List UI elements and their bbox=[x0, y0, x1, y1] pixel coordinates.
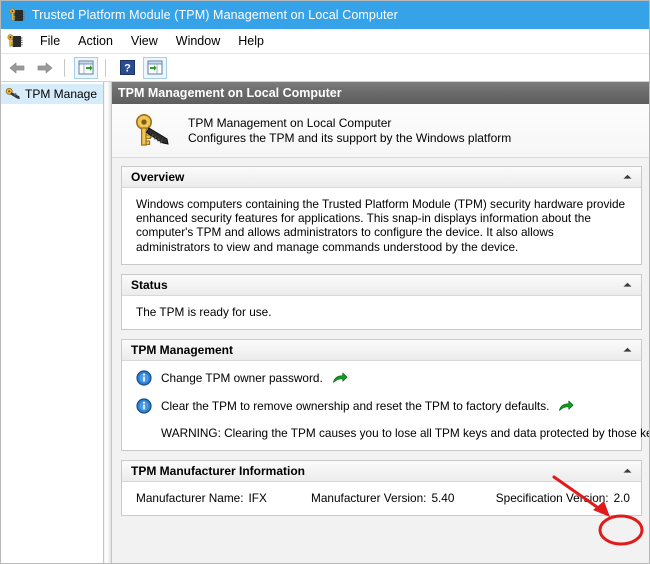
section-tpm-management-header[interactable]: TPM Management bbox=[122, 340, 641, 362]
tpm-key-icon bbox=[5, 86, 21, 102]
sidebar-item-tpm-management[interactable]: TPM Manage bbox=[1, 84, 103, 104]
specification-version-value: 2.0 bbox=[613, 491, 630, 506]
section-tpm-management: TPM Management Change TPM owner password… bbox=[121, 339, 650, 452]
section-tpm-management-body: Change TPM owner password. Clear the TPM… bbox=[122, 361, 650, 450]
manufacturer-version-label: Manufacturer Version: bbox=[311, 491, 427, 506]
action-clear-tpm[interactable]: Clear the TPM to remove ownership and re… bbox=[136, 398, 630, 414]
pane-header-title: TPM Management on Local Computer bbox=[118, 86, 342, 100]
result-pane: TPM Management on Local Computer TPM Man… bbox=[112, 82, 650, 563]
action-change-owner-password[interactable]: Change TPM owner password. bbox=[136, 370, 630, 386]
section-manufacturer-header[interactable]: TPM Manufacturer Information bbox=[122, 461, 641, 483]
section-overview: Overview Windows computers containing th… bbox=[121, 166, 642, 265]
section-overview-body: Windows computers containing the Trusted… bbox=[122, 188, 641, 264]
banner-title: TPM Management on Local Computer bbox=[188, 115, 392, 130]
svg-text:?: ? bbox=[124, 63, 131, 75]
section-manufacturer-title: TPM Manufacturer Information bbox=[131, 464, 306, 479]
menu-window[interactable]: Window bbox=[167, 31, 229, 51]
tpm-management-window: Trusted Platform Module (TPM) Management… bbox=[0, 0, 650, 564]
toolbar-separator-2 bbox=[105, 58, 106, 77]
clear-tpm-warning: WARNING: Clearing the TPM causes you to … bbox=[161, 426, 650, 441]
forward-button[interactable] bbox=[33, 57, 57, 79]
content-area: TPM Manage TPM Management on Local Compu… bbox=[1, 82, 650, 563]
green-shortcut-arrow-icon[interactable] bbox=[558, 399, 574, 413]
toolbar: ? bbox=[1, 54, 649, 82]
chevron-up-icon[interactable] bbox=[621, 171, 634, 184]
sidebar-item-label: TPM Manage bbox=[25, 87, 98, 101]
sections-container: Overview Windows computers containing th… bbox=[112, 158, 650, 517]
section-status: Status The TPM is ready for use. bbox=[121, 273, 642, 331]
menu-action[interactable]: Action bbox=[69, 31, 122, 51]
section-overview-header[interactable]: Overview bbox=[122, 167, 641, 188]
specification-version-label: Specification Version: bbox=[495, 491, 609, 506]
section-status-body: The TPM is ready for use. bbox=[122, 296, 641, 329]
console-tree-icon bbox=[78, 60, 94, 75]
menu-help[interactable]: Help bbox=[229, 31, 273, 51]
manufacturer-name-value: IFX bbox=[248, 491, 267, 506]
section-tpm-manufacturer-information: TPM Manufacturer Information Manufacture… bbox=[121, 460, 642, 517]
menu-view[interactable]: View bbox=[122, 31, 167, 51]
pane-header: TPM Management on Local Computer bbox=[112, 82, 649, 104]
section-tpm-management-title: TPM Management bbox=[131, 343, 234, 358]
console-tree-sidebar: TPM Manage bbox=[1, 82, 104, 563]
manufacturer-version-value: 5.40 bbox=[431, 491, 455, 506]
system-menu-tpm-icon[interactable] bbox=[7, 33, 23, 49]
section-status-title: Status bbox=[131, 277, 168, 292]
manufacturer-info-row: Manufacturer Name: IFX Manufacturer Vers… bbox=[136, 491, 630, 505]
pane-banner: TPM Management on Local Computer Configu… bbox=[112, 104, 649, 158]
section-overview-title: Overview bbox=[131, 170, 185, 184]
menu-bar: File Action View Window Help bbox=[1, 29, 649, 54]
manufacturer-name-field: Manufacturer Name: IFX bbox=[136, 491, 311, 505]
section-manufacturer-body: Manufacturer Name: IFX Manufacturer Vers… bbox=[122, 482, 641, 515]
action-clear-tpm-label: Clear the TPM to remove ownership and re… bbox=[161, 399, 550, 414]
chevron-up-icon[interactable] bbox=[621, 278, 634, 291]
tpm-key-chip-icon bbox=[134, 111, 174, 151]
title-bar: Trusted Platform Module (TPM) Management… bbox=[1, 1, 649, 29]
show-hide-action-pane-button[interactable] bbox=[143, 56, 167, 79]
manufacturer-version-field: Manufacturer Version: 5.40 bbox=[311, 491, 496, 505]
section-status-header[interactable]: Status bbox=[122, 274, 641, 296]
banner-text: TPM Management on Local Computer Configu… bbox=[188, 116, 511, 146]
action-change-owner-password-label: Change TPM owner password. bbox=[161, 371, 323, 386]
tpm-chip-key-icon bbox=[9, 7, 25, 23]
back-button[interactable] bbox=[5, 57, 29, 79]
show-hide-console-tree-button[interactable] bbox=[74, 56, 98, 79]
chevron-up-icon[interactable] bbox=[621, 465, 634, 478]
help-button[interactable]: ? bbox=[115, 57, 139, 79]
manufacturer-name-label: Manufacturer Name: bbox=[136, 491, 244, 506]
info-icon bbox=[136, 370, 152, 386]
info-icon bbox=[136, 398, 152, 414]
window-title: Trusted Platform Module (TPM) Management… bbox=[32, 8, 398, 22]
chevron-up-icon[interactable] bbox=[621, 344, 634, 357]
status-text: The TPM is ready for use. bbox=[136, 304, 272, 319]
action-pane-icon bbox=[147, 60, 163, 75]
banner-subtitle: Configures the TPM and its support by th… bbox=[188, 130, 512, 145]
specification-version-field: Specification Version: 2.0 bbox=[496, 491, 630, 505]
section-overview-text: Windows computers containing the Trusted… bbox=[136, 197, 626, 254]
pane-splitter[interactable] bbox=[104, 82, 112, 563]
question-mark-icon: ? bbox=[119, 60, 135, 75]
menu-file[interactable]: File bbox=[31, 31, 69, 51]
toolbar-separator-1 bbox=[64, 58, 65, 77]
green-shortcut-arrow-icon[interactable] bbox=[332, 371, 348, 385]
